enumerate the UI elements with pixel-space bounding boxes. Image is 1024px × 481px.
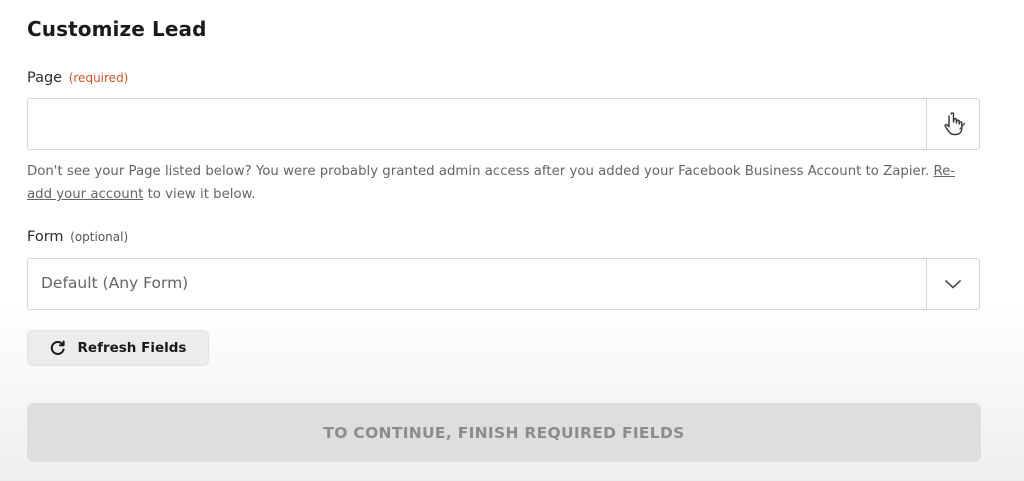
continue-button-label: TO CONTINUE, FINISH REQUIRED FIELDS (323, 423, 685, 442)
form-select-value: Default (Any Form) (41, 274, 189, 292)
optional-tag: (optional) (70, 230, 129, 244)
refresh-fields-button[interactable]: Refresh Fields (27, 330, 209, 366)
page-select[interactable] (27, 98, 980, 150)
form-select[interactable]: Default (Any Form) (27, 258, 980, 310)
required-tag: (required) (68, 71, 129, 85)
continue-button[interactable]: TO CONTINUE, FINISH REQUIRED FIELDS (27, 403, 981, 462)
form-select-trigger[interactable] (926, 259, 979, 309)
help-text-before: Don't see your Page listed below? You we… (27, 164, 934, 179)
page-help-text: Don't see your Page listed below? You we… (27, 160, 977, 206)
page-field-label: Page (required) (27, 70, 128, 86)
chevron-down-icon (945, 280, 961, 289)
page-title: Customize Lead (27, 17, 207, 41)
refresh-icon (50, 340, 65, 355)
form-field-label: Form (optional) (27, 229, 128, 245)
hand-pointer-icon (944, 112, 966, 136)
refresh-fields-label: Refresh Fields (77, 340, 187, 356)
page-label-text: Page (27, 70, 63, 86)
help-text-after: to view it below. (143, 187, 256, 202)
form-label-text: Form (27, 229, 64, 245)
page-select-trigger[interactable] (926, 99, 979, 149)
